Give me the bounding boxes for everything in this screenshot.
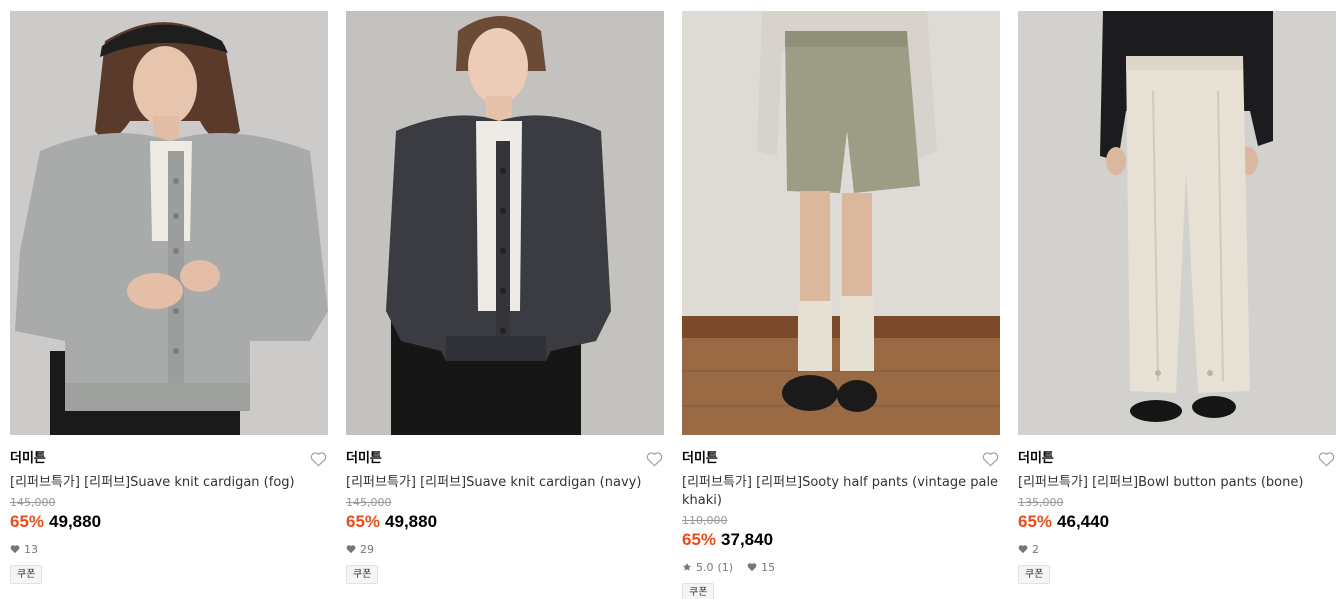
product-name[interactable]: [리퍼브특가] [리퍼브]Bowl button pants (bone) [1018,474,1336,492]
heart-filled-icon [1018,544,1028,554]
like-count: 29 [360,542,374,556]
heart-outline-icon[interactable] [982,451,999,467]
product-card[interactable]: 더미튼 [리퍼브특가] [리퍼브]Bowl button pants (bone… [1018,11,1336,599]
brand-name[interactable]: 더미튼 [1018,450,1336,468]
price-row: 65% 49,880 [10,512,328,534]
rating-score: 5.0 [696,560,714,574]
product-name[interactable]: [리퍼브특가] [리퍼브]Suave knit cardigan (fog) [10,474,328,492]
product-stats: 2 [1018,541,1336,557]
product-image[interactable] [346,11,664,435]
sale-price: 49,880 [49,512,102,531]
review-count: (1) [717,560,734,574]
brand-row: 더미튼 [1018,450,1336,470]
like-count: 2 [1032,542,1039,556]
sale-price: 46,440 [1057,512,1110,531]
heart-filled-icon [346,544,356,554]
product-photo-cardigan-navy [346,11,664,435]
product-stats: 13 [10,541,328,557]
sale-price: 49,880 [385,512,438,531]
original-price: 145,000 [346,496,392,509]
brand-row: 더미튼 [10,450,328,470]
product-grid: 더미튼 [리퍼브특가] [리퍼브]Suave knit cardigan (fo… [0,0,1337,599]
coupon-badge: 쿠폰 [10,565,43,584]
product-card[interactable]: 더미튼 [리퍼브특가] [리퍼브]Suave knit cardigan (na… [346,11,664,599]
product-card[interactable]: 더미튼 [리퍼브특가] [리퍼브]Suave knit cardigan (fo… [10,11,328,599]
brand-row: 더미튼 [346,450,664,470]
original-price: 135,000 [1018,496,1064,509]
original-price: 110,000 [682,514,728,527]
price-row: 65% 37,840 [682,530,1000,552]
price-row: 65% 49,880 [346,512,664,534]
product-name[interactable]: [리퍼브특가] [리퍼브]Suave knit cardigan (navy) [346,474,664,492]
sale-price: 37,840 [721,530,774,549]
like-count: 13 [24,542,38,556]
star-icon [682,562,692,572]
product-info: 더미튼 [리퍼브특가] [리퍼브]Sooty half pants (vinta… [682,450,1000,599]
product-image[interactable] [682,11,1000,435]
product-info: 더미튼 [리퍼브특가] [리퍼브]Suave knit cardigan (na… [346,450,664,584]
product-info: 더미튼 [리퍼브특가] [리퍼브]Bowl button pants (bone… [1018,450,1336,584]
price-row: 65% 46,440 [1018,512,1336,534]
brand-name[interactable]: 더미튼 [682,450,1000,468]
heart-outline-icon[interactable] [1318,451,1335,467]
like-count: 15 [761,560,776,574]
brand-row: 더미튼 [682,450,1000,470]
discount-rate: 65% [682,530,717,549]
product-image[interactable] [1018,11,1336,435]
product-photo-half-pants [682,11,1000,435]
product-card[interactable]: 더미튼 [리퍼브특가] [리퍼브]Sooty half pants (vinta… [682,11,1000,599]
product-name[interactable]: [리퍼브특가] [리퍼브]Sooty half pants (vintage p… [682,474,1000,510]
coupon-badge: 쿠폰 [1018,565,1051,584]
product-image[interactable] [10,11,328,435]
original-price: 145,000 [10,496,56,509]
brand-name[interactable]: 더미튼 [346,450,664,468]
discount-rate: 65% [10,512,45,531]
discount-rate: 65% [1018,512,1053,531]
discount-rate: 65% [346,512,381,531]
product-info: 더미튼 [리퍼브특가] [리퍼브]Suave knit cardigan (fo… [10,450,328,584]
brand-name[interactable]: 더미튼 [10,450,328,468]
coupon-badge: 쿠폰 [682,583,715,599]
product-stats: 5.0 (1) 15 [682,559,1000,575]
heart-outline-icon[interactable] [310,451,327,467]
heart-filled-icon [747,562,757,572]
product-photo-bowl-pants [1018,11,1336,435]
coupon-badge: 쿠폰 [346,565,379,584]
product-photo-cardigan-fog [10,11,328,435]
heart-outline-icon[interactable] [646,451,663,467]
product-stats: 29 [346,541,664,557]
heart-filled-icon [10,544,20,554]
